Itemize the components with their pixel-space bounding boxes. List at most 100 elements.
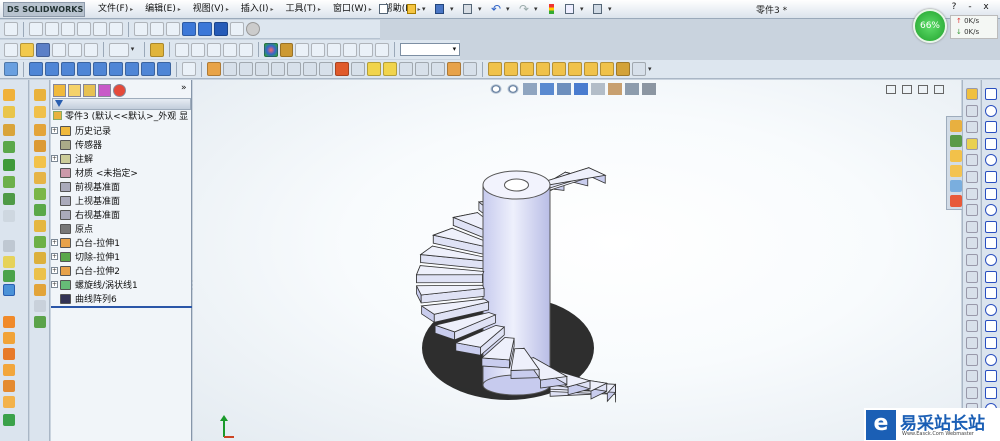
view-back-icon[interactable]: [45, 62, 59, 76]
view-settings-icon[interactable]: [375, 42, 390, 57]
sweep-icon[interactable]: [239, 62, 253, 76]
menu-file[interactable]: 文件(F): [92, 0, 139, 19]
sketch-entity-icon[interactable]: [985, 337, 997, 349]
feature-icon[interactable]: [34, 284, 46, 296]
sketch-entity-icon[interactable]: [985, 104, 997, 117]
tree-item[interactable]: 材质 <未指定>: [51, 166, 138, 179]
hole-icon[interactable]: [367, 62, 381, 76]
chamfer-icon[interactable]: [303, 62, 317, 76]
projected-curve-icon[interactable]: [3, 364, 15, 376]
curve-icon[interactable]: [3, 316, 15, 328]
open-folder-icon[interactable]: [404, 2, 420, 17]
sketch-tool-icon[interactable]: [966, 104, 978, 117]
roll-icon[interactable]: [109, 22, 123, 36]
undo-icon[interactable]: ↶: [488, 2, 504, 17]
view-front-icon[interactable]: [29, 62, 43, 76]
rebuild-icon[interactable]: [149, 42, 164, 57]
config-dropdown[interactable]: ▾: [400, 43, 461, 56]
tree-item[interactable]: + 注解: [51, 152, 93, 165]
expand-icon[interactable]: +: [51, 155, 58, 162]
boss-icon[interactable]: [3, 89, 15, 101]
options-icon[interactable]: [590, 2, 606, 17]
feature-icon[interactable]: [34, 236, 46, 248]
sketch-icon[interactable]: [174, 42, 189, 57]
config-tab-icon[interactable]: [83, 84, 96, 97]
render-icon[interactable]: [359, 42, 374, 57]
feature-icon[interactable]: [34, 124, 46, 136]
tree-item[interactable]: 上视基准面: [51, 194, 120, 207]
feature-icon[interactable]: [34, 106, 46, 118]
dome-icon[interactable]: [399, 62, 413, 76]
expand-icon[interactable]: +: [51, 239, 58, 246]
paste-icon[interactable]: [83, 42, 98, 57]
feature-icon[interactable]: [34, 204, 46, 216]
zoom-area-icon[interactable]: [45, 22, 59, 36]
sketch-arc-icon[interactable]: [520, 62, 534, 76]
chevron-down-icon[interactable]: ▾: [478, 2, 486, 17]
print-icon[interactable]: [51, 42, 66, 57]
feature-icon[interactable]: [34, 89, 46, 101]
cut-icon[interactable]: [3, 176, 15, 188]
section-view-icon[interactable]: [230, 22, 244, 36]
loft-icon[interactable]: [3, 141, 15, 153]
sketch-tool-icon[interactable]: [966, 303, 978, 316]
rotate-icon[interactable]: [77, 22, 91, 36]
rib-icon[interactable]: [3, 210, 15, 222]
home-icon[interactable]: [950, 120, 962, 132]
zoom-inout-icon[interactable]: [61, 22, 75, 36]
fillet-icon[interactable]: [287, 62, 301, 76]
view-normal-icon[interactable]: [141, 62, 155, 76]
expand-icon[interactable]: +: [51, 267, 58, 274]
feature-icon[interactable]: [34, 300, 46, 312]
sketch-rectangle-icon[interactable]: [488, 62, 502, 76]
hidden-lines-icon[interactable]: [150, 22, 164, 36]
sketch-entity-icon[interactable]: [985, 237, 997, 250]
dimxpert-tab-icon[interactable]: [98, 84, 111, 97]
mass-properties-icon[interactable]: [222, 42, 237, 57]
sketch-tool-icon[interactable]: [966, 337, 978, 349]
boundary-icon[interactable]: [3, 159, 15, 171]
custom-properties-icon[interactable]: [950, 195, 962, 207]
feature-icon[interactable]: [34, 252, 46, 264]
solidworks-logo[interactable]: DS SOLIDWORKS: [3, 2, 85, 17]
shell-icon[interactable]: [351, 62, 365, 76]
tree-item[interactable]: + 历史记录: [51, 124, 111, 137]
pointer-icon[interactable]: [4, 22, 18, 36]
sketch-offset-icon[interactable]: [632, 62, 646, 76]
feature-icon[interactable]: [34, 268, 46, 280]
shaded-edges-icon[interactable]: [182, 22, 196, 36]
mirror-icon[interactable]: [431, 62, 445, 76]
sketch-entity-icon[interactable]: [985, 386, 997, 399]
smart-dimension-icon[interactable]: [190, 42, 205, 57]
decal-icon[interactable]: [295, 42, 310, 57]
tree-root-item[interactable]: 零件3 (默认<<默认>_外观 显: [53, 111, 192, 124]
sketch-trim-icon[interactable]: [616, 62, 630, 76]
sketch-entity-icon[interactable]: [985, 88, 997, 100]
sketch-spline-icon[interactable]: [536, 62, 550, 76]
sketch-entity-icon[interactable]: [985, 270, 997, 283]
sketch-tool-icon[interactable]: [966, 287, 978, 300]
rollback-bar[interactable]: [51, 306, 192, 308]
sketch-tool-icon[interactable]: [966, 353, 978, 366]
measure-icon[interactable]: [206, 42, 221, 57]
resources-icon[interactable]: [950, 135, 962, 147]
tree-filter-bar[interactable]: [52, 98, 191, 110]
feature-icon[interactable]: [34, 172, 46, 184]
rebuild-icon[interactable]: [544, 2, 560, 17]
copy-icon[interactable]: [67, 42, 82, 57]
save-icon[interactable]: [35, 42, 50, 57]
menu-insert[interactable]: 插入(I): [235, 0, 280, 19]
tree-item[interactable]: 前视基准面: [51, 180, 120, 193]
reference-geometry-icon[interactable]: [4, 62, 18, 76]
sketch-entity-icon[interactable]: [985, 320, 997, 333]
shadow-icon[interactable]: [214, 22, 228, 36]
design-library-icon[interactable]: [950, 150, 962, 162]
sketch-entity-icon[interactable]: [985, 171, 997, 183]
sketch-entity-icon[interactable]: [985, 204, 997, 217]
redo-icon[interactable]: ↷: [516, 2, 532, 17]
chevron-right-icon[interactable]: »: [181, 83, 187, 93]
mirror-icon[interactable]: [3, 270, 15, 282]
sketch-entity-icon[interactable]: [985, 154, 997, 167]
open-icon[interactable]: [19, 42, 34, 57]
helix-icon[interactable]: [3, 332, 15, 344]
